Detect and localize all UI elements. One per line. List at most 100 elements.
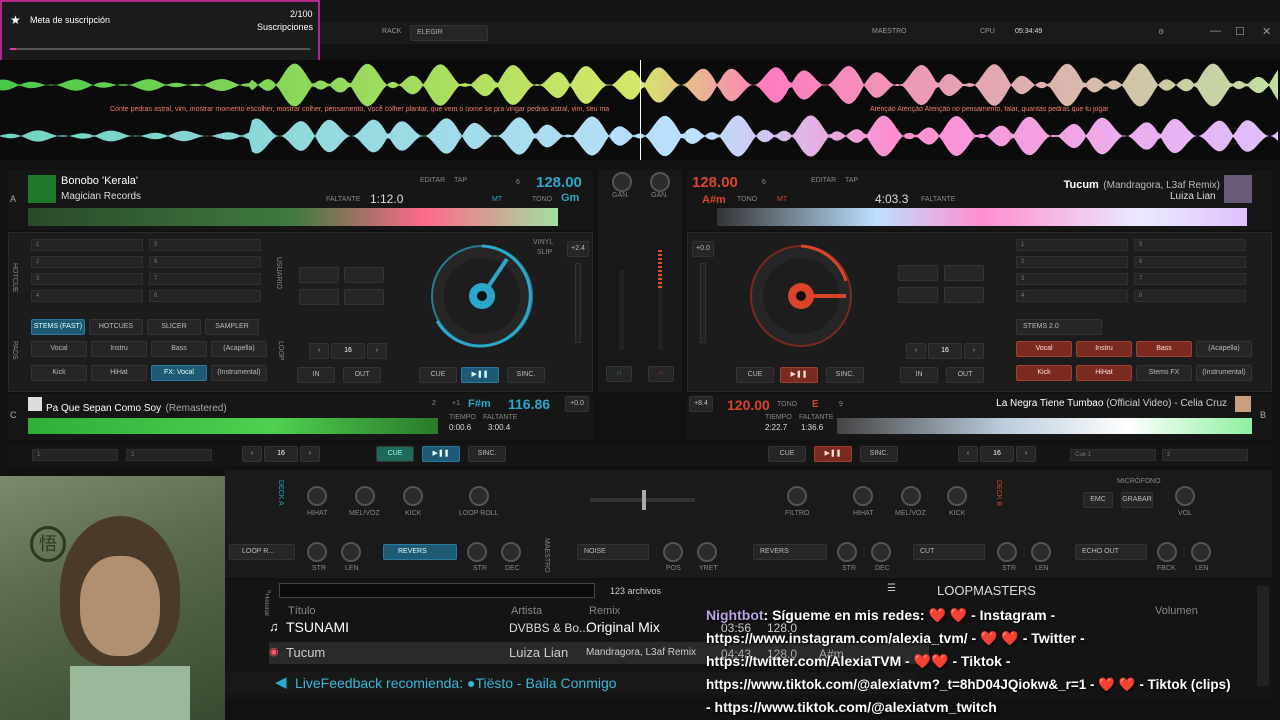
- hotcue-slot[interactable]: 5: [1134, 239, 1246, 251]
- cut-select[interactable]: CUT: [913, 544, 985, 560]
- pad-button[interactable]: FX: Vocal: [151, 365, 207, 381]
- pad-button[interactable]: Vocal: [31, 341, 87, 357]
- sync-button[interactable]: SINC.: [468, 446, 506, 462]
- cue-button[interactable]: CUE: [376, 446, 414, 462]
- slip-button[interactable]: SLIP: [537, 249, 552, 256]
- edit-button[interactable]: EDITAR: [420, 177, 445, 184]
- loop-half-button[interactable]: ‹: [242, 446, 262, 462]
- mt-button[interactable]: MT: [492, 196, 502, 203]
- cue-button[interactable]: CUE: [419, 367, 457, 383]
- loop-double-button[interactable]: ›: [367, 343, 387, 359]
- settings-icon[interactable]: ⚙: [1158, 28, 1164, 36]
- vinyl-button[interactable]: VINYL: [533, 239, 553, 246]
- deck-a-waveform[interactable]: [28, 208, 558, 226]
- loop-out-button[interactable]: OUT: [946, 367, 984, 383]
- pitch-slider[interactable]: [700, 263, 706, 343]
- play-pause-button[interactable]: ▶❚❚: [814, 446, 852, 462]
- jog-wheel[interactable]: [427, 241, 537, 351]
- loop-double-button[interactable]: ›: [1016, 446, 1036, 462]
- play-pause-button[interactable]: ▶❚❚: [461, 367, 499, 383]
- user-slot[interactable]: [944, 265, 984, 281]
- pad-button[interactable]: Instru: [91, 341, 147, 357]
- tap-button[interactable]: TAP: [454, 177, 467, 184]
- pad-tab[interactable]: STEMS (FAST): [31, 319, 85, 335]
- kick-knob[interactable]: [947, 486, 967, 506]
- loop-double-button[interactable]: ›: [300, 446, 320, 462]
- pad-button[interactable]: Vocal: [1016, 341, 1072, 357]
- pad-button[interactable]: HiHat: [91, 365, 147, 381]
- fx-select[interactable]: LOOP R...: [229, 544, 295, 560]
- tap-button[interactable]: TAP: [845, 177, 858, 184]
- len-knob[interactable]: [1191, 542, 1211, 562]
- sync-button[interactable]: SINC.: [507, 367, 545, 383]
- deck-b-waveform[interactable]: [717, 208, 1247, 226]
- loop-length[interactable]: 16: [331, 343, 365, 359]
- dec-knob[interactable]: [501, 542, 521, 562]
- hotcue-slot[interactable]: 2: [31, 256, 143, 268]
- revers-select[interactable]: REVERS: [753, 544, 827, 560]
- user-slot[interactable]: [898, 265, 938, 281]
- hotcue-slot[interactable]: 4: [31, 290, 143, 302]
- len-knob[interactable]: [1031, 542, 1051, 562]
- melvoz-knob[interactable]: [901, 486, 921, 506]
- hotcue-slot[interactable]: 4: [1016, 290, 1128, 302]
- minimize-icon[interactable]: —: [1210, 25, 1221, 37]
- loop-half-button[interactable]: ‹: [309, 343, 329, 359]
- filter-knob[interactable]: [787, 486, 807, 506]
- list-icon[interactable]: ☰: [887, 583, 896, 594]
- str-knob[interactable]: [997, 542, 1017, 562]
- hotcue-slot[interactable]: 8: [1134, 290, 1246, 302]
- user-slot[interactable]: [944, 287, 984, 303]
- pad-tab[interactable]: HOTCUES: [89, 319, 143, 335]
- emc-button[interactable]: EMC: [1083, 492, 1113, 508]
- pad-button[interactable]: HiHat: [1076, 365, 1132, 381]
- hotcue-slot[interactable]: 6: [1134, 256, 1246, 268]
- loop-out-button[interactable]: OUT: [343, 367, 381, 383]
- hotcue-slot[interactable]: 7: [149, 273, 261, 285]
- hotcue-slot[interactable]: Cue 1: [1070, 449, 1156, 461]
- hotcue-slot[interactable]: 1: [1016, 239, 1128, 251]
- cue-button[interactable]: CUE: [768, 446, 806, 462]
- close-icon[interactable]: ✕: [1262, 25, 1271, 38]
- loop-double-button[interactable]: ›: [964, 343, 984, 359]
- user-slot[interactable]: [898, 287, 938, 303]
- waveform-overview[interactable]: Conte pedras astral, vim, mostrar moment…: [0, 60, 1280, 160]
- pad-button[interactable]: Bass: [151, 341, 207, 357]
- mt-button[interactable]: MT: [777, 196, 787, 203]
- yret-knob[interactable]: [697, 542, 717, 562]
- hotcue-slot[interactable]: 3: [1016, 273, 1128, 285]
- revers-select[interactable]: REVERS: [383, 544, 457, 560]
- loop-length[interactable]: 16: [928, 343, 962, 359]
- hotcue-slot[interactable]: 2: [1016, 256, 1128, 268]
- pad-button[interactable]: Instru: [1076, 341, 1132, 357]
- gain-a-knob[interactable]: [612, 172, 632, 192]
- pad-button[interactable]: Stems FX: [1136, 365, 1192, 381]
- hotcue-slot[interactable]: 3: [31, 273, 143, 285]
- pad-button[interactable]: Kick: [1016, 365, 1072, 381]
- fbck-knob[interactable]: [1157, 542, 1177, 562]
- play-pause-button[interactable]: ▶❚❚: [422, 446, 460, 462]
- pad-button[interactable]: (Instrumental): [211, 365, 267, 381]
- pos-knob[interactable]: [663, 542, 683, 562]
- str-knob[interactable]: [467, 542, 487, 562]
- hotcue-slot[interactable]: 8: [149, 290, 261, 302]
- user-slot[interactable]: [299, 267, 339, 283]
- col-remix[interactable]: Remix: [589, 605, 620, 617]
- play-pause-button[interactable]: ▶❚❚: [780, 367, 818, 383]
- search-input[interactable]: [279, 583, 595, 598]
- headphones-b-icon[interactable]: ∩: [648, 366, 674, 382]
- hihat-knob[interactable]: [307, 486, 327, 506]
- str-knob[interactable]: [837, 542, 857, 562]
- crossfader-handle[interactable]: [642, 490, 646, 510]
- deck-c-waveform[interactable]: [28, 418, 438, 434]
- pad-tab[interactable]: SLICER: [147, 319, 201, 335]
- noise-select[interactable]: NOISE: [577, 544, 649, 560]
- pitch-slider[interactable]: [575, 263, 581, 343]
- hotcue-slot[interactable]: 5: [149, 239, 261, 251]
- hihat-knob[interactable]: [853, 486, 873, 506]
- sync-button[interactable]: SINC.: [826, 367, 864, 383]
- maximize-icon[interactable]: ☐: [1235, 25, 1245, 38]
- deck-d-waveform[interactable]: [837, 418, 1252, 434]
- headphones-a-icon[interactable]: ∩: [606, 366, 632, 382]
- user-slot[interactable]: [344, 289, 384, 305]
